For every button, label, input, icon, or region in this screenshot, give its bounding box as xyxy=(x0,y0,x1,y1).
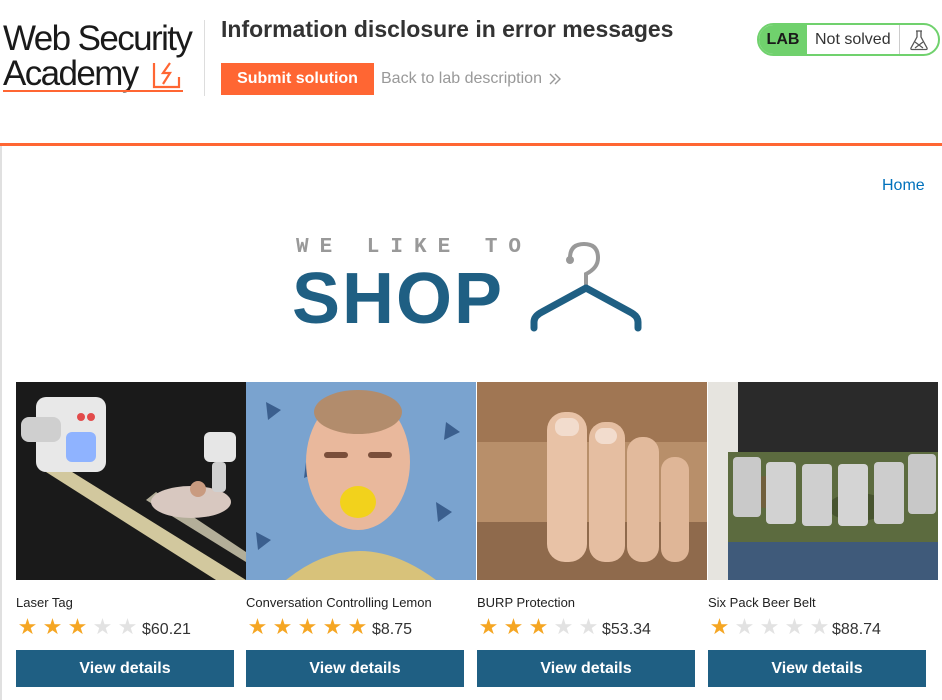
star-icon: ★ xyxy=(247,614,268,639)
lab-header: Web Security Academy Information disclos… xyxy=(0,0,942,146)
product-name: Six Pack Beer Belt xyxy=(708,595,816,610)
lab-status-text: Not solved xyxy=(807,25,900,54)
view-details-button[interactable]: View details xyxy=(16,650,234,687)
product-price: $53.34 xyxy=(602,621,651,638)
product-rating: ★ ★ ★ ★ ★ xyxy=(16,616,139,638)
star-icon: ★ xyxy=(297,614,318,639)
star-icon: ★ xyxy=(272,614,293,639)
star-icon: ★ xyxy=(67,614,88,639)
product-price: $60.21 xyxy=(142,621,191,638)
star-icon: ★ xyxy=(578,614,599,639)
clothes-hanger-icon xyxy=(530,241,642,332)
star-icon: ★ xyxy=(709,614,730,639)
submit-solution-button[interactable]: Submit solution xyxy=(221,63,374,95)
product-price: $88.74 xyxy=(832,621,881,638)
product-price: $8.75 xyxy=(372,621,413,638)
star-icon: ★ xyxy=(553,614,574,639)
product-name: BURP Protection xyxy=(477,595,576,610)
flask-icon xyxy=(900,25,938,54)
banner-shop-text: SHOP xyxy=(292,259,505,339)
banner-tagline: WE LIKE TO xyxy=(296,236,533,259)
star-icon: ★ xyxy=(92,614,113,639)
star-icon: ★ xyxy=(759,614,780,639)
back-to-lab-description-link[interactable]: Back to lab description xyxy=(381,70,562,88)
header-divider xyxy=(204,20,205,96)
product-grid: Laser Tag ★ ★ ★ ★ ★ $60.21 View details xyxy=(16,382,942,700)
product-name: Conversation Controlling Lemon xyxy=(246,595,432,610)
view-details-button[interactable]: View details xyxy=(246,650,464,687)
star-icon: ★ xyxy=(17,614,38,639)
star-icon: ★ xyxy=(503,614,524,639)
product-image[interactable] xyxy=(477,382,707,580)
lab-title: Information disclosure in error messages xyxy=(221,16,674,42)
star-icon: ★ xyxy=(734,614,755,639)
star-icon: ★ xyxy=(809,614,830,639)
star-icon: ★ xyxy=(478,614,499,639)
product-image[interactable] xyxy=(246,382,476,580)
product-rating: ★ ★ ★ ★ ★ xyxy=(477,616,600,638)
view-details-button[interactable]: View details xyxy=(708,650,926,687)
logo-line2: Academy xyxy=(3,54,139,93)
view-details-button[interactable]: View details xyxy=(477,650,695,687)
product-name: Laser Tag xyxy=(16,595,73,610)
product-card: BURP Protection ★ ★ ★ ★ ★ $53.34 View de… xyxy=(477,382,707,687)
star-icon: ★ xyxy=(784,614,805,639)
product-card: Conversation Controlling Lemon ★ ★ ★ ★ ★… xyxy=(246,382,476,687)
star-icon: ★ xyxy=(347,614,368,639)
academy-logo[interactable]: Web Security Academy xyxy=(3,20,203,94)
star-icon: ★ xyxy=(117,614,138,639)
logo-underline xyxy=(3,90,183,92)
lightning-bolt-icon xyxy=(152,62,181,89)
lab-status-widget: LAB Not solved xyxy=(757,23,940,56)
shop-banner: WE LIKE TO SHOP xyxy=(290,232,660,342)
product-image[interactable] xyxy=(708,382,938,580)
star-icon: ★ xyxy=(42,614,63,639)
star-icon: ★ xyxy=(528,614,549,639)
product-rating: ★ ★ ★ ★ ★ xyxy=(708,616,831,638)
back-link-label: Back to lab description xyxy=(381,70,542,87)
product-card: Laser Tag ★ ★ ★ ★ ★ $60.21 View details xyxy=(16,382,246,687)
lab-status-badge: LAB xyxy=(759,25,807,54)
product-rating: ★ ★ ★ ★ ★ xyxy=(246,616,369,638)
product-image[interactable] xyxy=(16,382,246,580)
home-link[interactable]: Home xyxy=(882,177,925,195)
logo-line1: Web Security xyxy=(3,19,193,58)
star-icon: ★ xyxy=(322,614,343,639)
product-card: Six Pack Beer Belt ★ ★ ★ ★ ★ $88.74 View… xyxy=(708,382,938,687)
double-chevron-right-icon xyxy=(549,73,561,85)
